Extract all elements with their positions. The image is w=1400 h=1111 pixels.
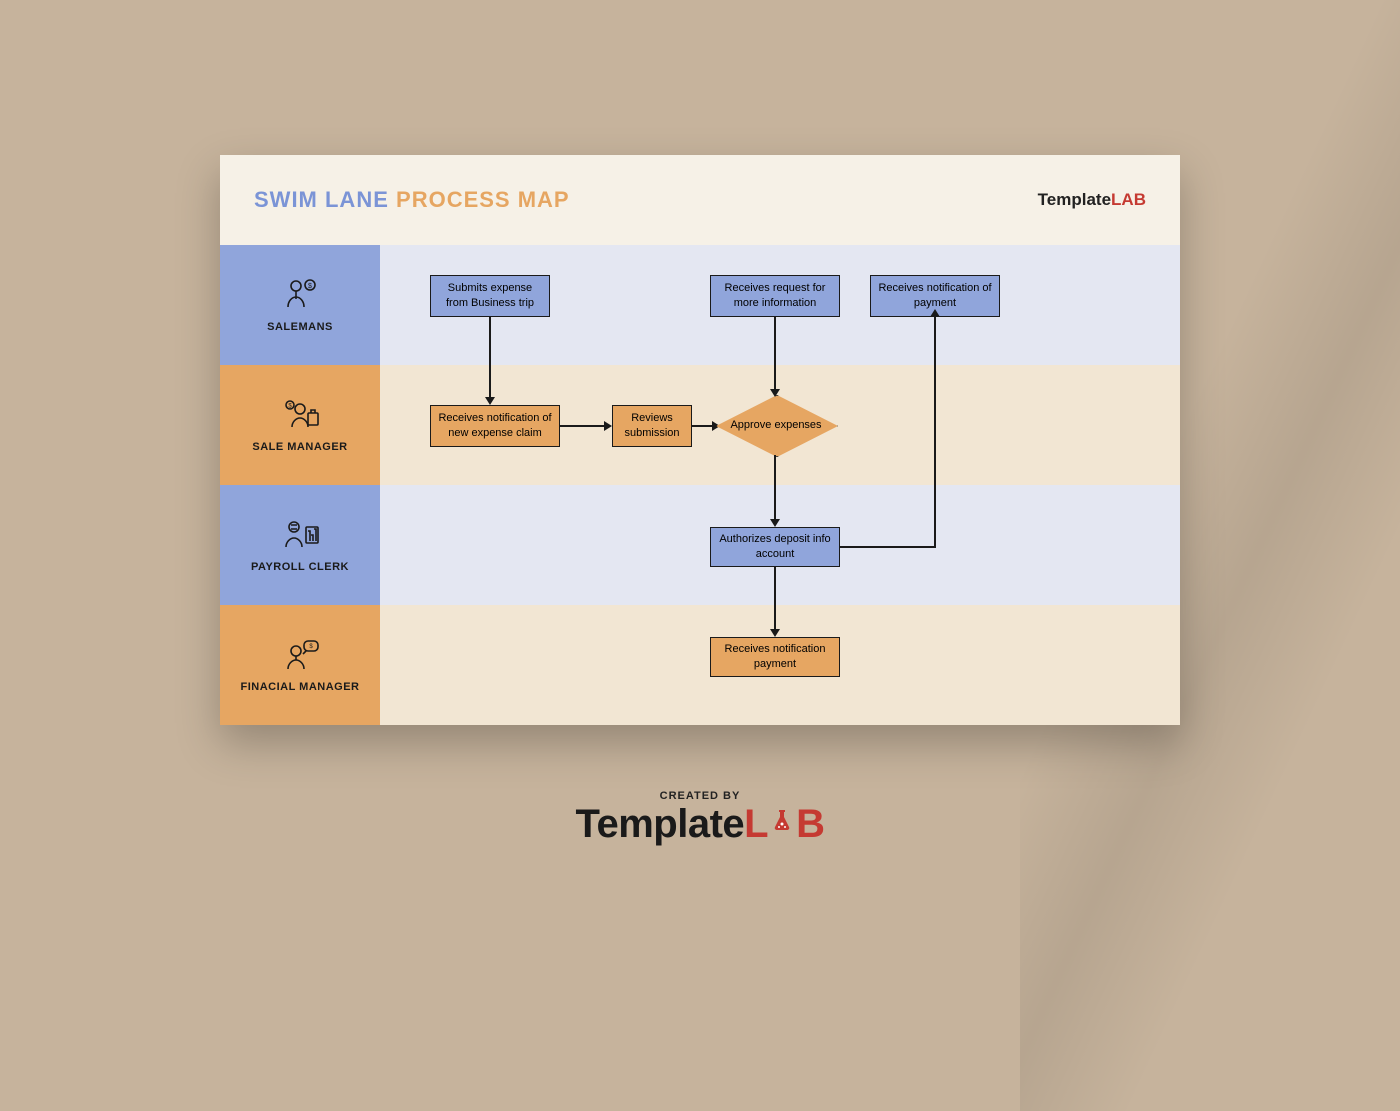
lane-head-salesman: $ SALEMANS [220, 245, 380, 365]
lane-body-salesman: Submits expense from Business trip Recei… [380, 245, 1180, 365]
lane-financial-manager: $ FINACIAL MANAGER Receives notification… [220, 605, 1180, 725]
arrow-line [560, 425, 606, 427]
arrow-head [770, 629, 780, 637]
node-authorizes-deposit: Authorizes deposit info account [710, 527, 840, 567]
lane-label-financial-manager: FINACIAL MANAGER [240, 681, 359, 693]
brand-logo: TemplateLAB [1038, 190, 1146, 210]
arrow-line [774, 317, 776, 365]
node-reviews-submission: Reviews submission [612, 405, 692, 447]
swimlane-diagram-card: SWIM LANE PROCESS MAP TemplateLAB $ SALE… [220, 155, 1180, 725]
arrow-line [934, 317, 936, 365]
lane-head-financial-manager: $ FINACIAL MANAGER [220, 605, 380, 725]
lane-head-payroll-clerk: PAYROLL CLERK [220, 485, 380, 605]
node-approve-expenses: Approve expenses [716, 395, 836, 455]
manager-icon: $ [280, 397, 320, 433]
lane-label-sale-manager: SALE MANAGER [252, 441, 347, 453]
brand-template: Template [1038, 190, 1111, 209]
diagram-header: SWIM LANE PROCESS MAP TemplateLAB [220, 155, 1180, 245]
node-financial-receives-payment: Receives notification payment [710, 637, 840, 677]
lane-body-financial-manager: Receives notification payment [380, 605, 1180, 725]
financial-manager-icon: $ [280, 637, 320, 673]
brand-lab: LAB [1111, 190, 1146, 209]
arrow-line [934, 365, 936, 485]
clerk-icon [280, 517, 320, 553]
arrow-head [930, 309, 940, 317]
arrow-line [934, 485, 936, 548]
title-part2: PROCESS MAP [396, 187, 570, 212]
lane-body-sale-manager: Receives notification of new expense cla… [380, 365, 1180, 485]
credit-template: Template [576, 802, 745, 846]
credit-created-by: CREATED BY [0, 790, 1400, 802]
arrow-line [774, 455, 776, 485]
arrow-line [489, 365, 491, 399]
lane-head-sale-manager: $ SALE MANAGER [220, 365, 380, 485]
lane-label-payroll-clerk: PAYROLL CLERK [251, 561, 349, 573]
credit-logo: TemplateLB [0, 802, 1400, 847]
arrow-line [774, 605, 776, 631]
credit-footer: CREATED BY TemplateLB [0, 790, 1400, 847]
arrow-line [840, 546, 936, 548]
lane-body-payroll-clerk: Authorizes deposit info account [380, 485, 1180, 605]
arrow-line [489, 317, 491, 365]
node-submit-expense: Submits expense from Business trip [430, 275, 550, 317]
lane-sale-manager: $ SALE MANAGER Receives notification of … [220, 365, 1180, 485]
lane-payroll-clerk: PAYROLL CLERK Authorizes deposit info ac… [220, 485, 1180, 605]
svg-text:$: $ [308, 283, 312, 290]
lane-label-salesman: SALEMANS [267, 321, 333, 333]
arrow-line [692, 425, 714, 427]
arrow-line [774, 567, 776, 605]
flask-icon [768, 799, 796, 844]
arrow-head [604, 421, 612, 431]
arrow-head [770, 519, 780, 527]
lane-salesman: $ SALEMANS Submits expense from Business… [220, 245, 1180, 365]
svg-text:$: $ [309, 644, 313, 650]
arrow-head [485, 397, 495, 405]
title-part1: SWIM LANE [254, 187, 389, 212]
salesman-icon: $ [280, 277, 320, 313]
node-receives-info-request: Receives request for more information [710, 275, 840, 317]
node-receives-claim: Receives notification of new expense cla… [430, 405, 560, 447]
diagram-title: SWIM LANE PROCESS MAP [254, 187, 570, 213]
arrow-head [770, 389, 780, 397]
arrow-line [774, 485, 776, 521]
